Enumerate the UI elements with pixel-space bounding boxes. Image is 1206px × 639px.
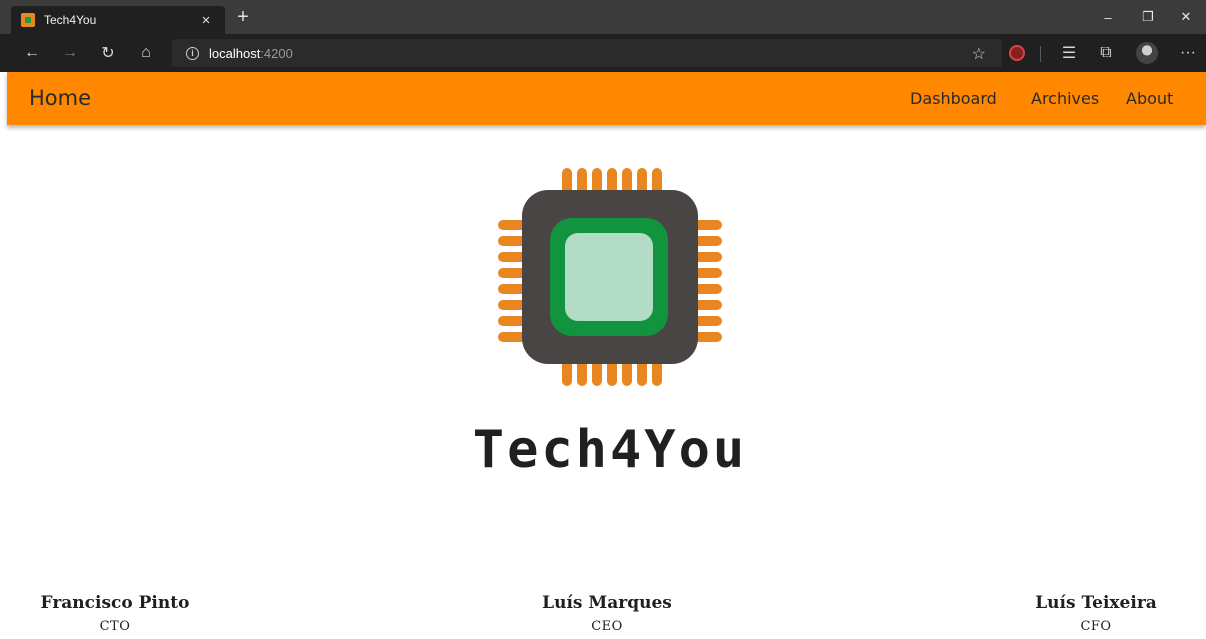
url-host: localhost bbox=[209, 45, 261, 61]
minimize-button[interactable]: – bbox=[1088, 0, 1128, 34]
close-window-button[interactable]: ✕ bbox=[1166, 0, 1206, 34]
browser-toolbar: ← → ↻ ⌂ i localhost:4200 ☆ ☰ ⧉ ··· bbox=[0, 34, 1206, 72]
refresh-icon[interactable]: ↻ bbox=[96, 42, 120, 64]
toolbar-separator bbox=[1040, 46, 1041, 62]
site-info-icon[interactable]: i bbox=[186, 46, 199, 60]
favorite-star-icon[interactable]: ☆ bbox=[972, 44, 986, 64]
browser-tab[interactable]: Tech4You × bbox=[11, 6, 225, 34]
team-member: Francisco Pinto CTO bbox=[5, 593, 225, 634]
member-role: CFO bbox=[1080, 619, 1112, 634]
member-name: Francisco Pinto bbox=[40, 593, 190, 613]
team-member: Luís Teixeira CFO bbox=[986, 593, 1206, 634]
url-port: :4200 bbox=[260, 45, 293, 61]
profile-avatar[interactable] bbox=[1136, 42, 1158, 64]
forward-icon[interactable]: → bbox=[58, 42, 82, 64]
favorites-icon[interactable]: ☰ bbox=[1057, 42, 1081, 64]
nav-link-archives[interactable]: Archives bbox=[1031, 89, 1099, 108]
nav-link-dashboard[interactable]: Dashboard bbox=[910, 89, 997, 108]
address-bar[interactable]: i localhost:4200 ☆ bbox=[172, 39, 1002, 67]
favicon-icon bbox=[21, 13, 35, 27]
brand-wordmark: Tech4You bbox=[472, 420, 748, 480]
new-tab-button[interactable]: + bbox=[232, 6, 254, 30]
member-name: Luís Marques bbox=[542, 593, 672, 613]
member-name: Luís Teixeira bbox=[1035, 593, 1157, 613]
restore-button[interactable]: ❐ bbox=[1128, 0, 1168, 34]
member-role: CEO bbox=[591, 619, 623, 634]
tab-close-icon[interactable]: × bbox=[197, 12, 215, 29]
more-menu-icon[interactable]: ··· bbox=[1176, 42, 1200, 64]
nav-link-about[interactable]: About bbox=[1126, 89, 1173, 108]
back-icon[interactable]: ← bbox=[20, 42, 44, 64]
collections-icon[interactable]: ⧉ bbox=[1094, 42, 1118, 64]
extension-block-icon[interactable] bbox=[1009, 45, 1025, 61]
home-icon[interactable]: ⌂ bbox=[134, 42, 158, 64]
chip-logo-icon bbox=[498, 168, 722, 386]
team-member: Luís Marques CEO bbox=[497, 593, 717, 634]
tab-title: Tech4You bbox=[44, 13, 97, 27]
home-link[interactable]: Home bbox=[29, 86, 91, 110]
app-navbar: Home Dashboard Archives About bbox=[7, 72, 1206, 125]
member-role: CTO bbox=[99, 619, 131, 634]
browser-title-bar: Tech4You × + – ❐ ✕ bbox=[0, 0, 1206, 34]
